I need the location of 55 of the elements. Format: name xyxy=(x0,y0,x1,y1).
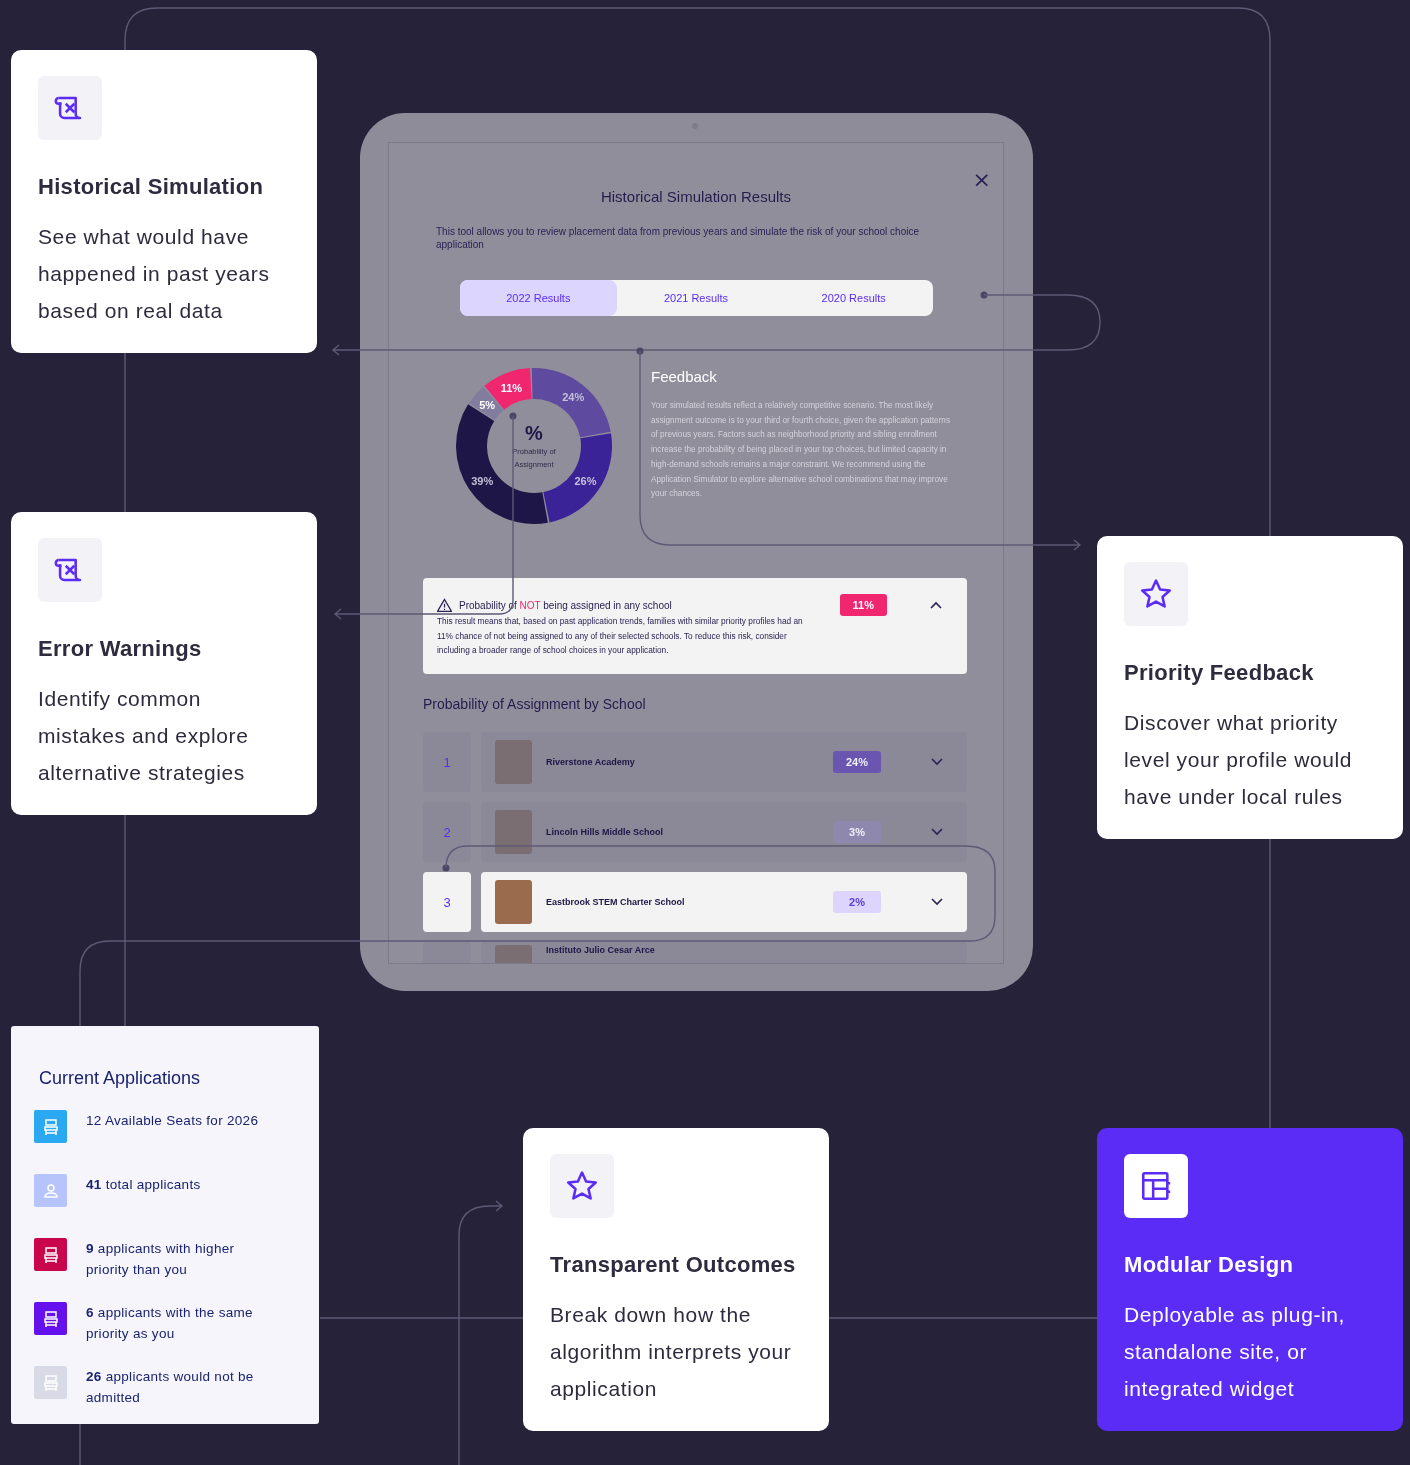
data-label: 26% xyxy=(574,475,597,488)
feature-title: Historical Simulation xyxy=(38,174,265,200)
close-button[interactable]: × xyxy=(972,169,991,191)
school-row[interactable]: Lincoln Hills Middle School 3% xyxy=(481,802,967,862)
chevron-icon[interactable] xyxy=(930,601,942,609)
data-label: 39% xyxy=(471,474,494,487)
rank-number: 3 xyxy=(423,872,471,932)
feature-description: Deployable as plug-in, standalone site, or integrated widget xyxy=(1124,1302,1346,1402)
feature-title: Modular Design xyxy=(1124,1252,1295,1278)
stat-text: 41 total applicants xyxy=(86,1176,202,1194)
school-name: Lincoln Hills Middle School xyxy=(546,827,664,837)
school-name: Riverstone Academy xyxy=(546,757,636,767)
percent-badge: 11% xyxy=(839,594,887,616)
photo-placeholder xyxy=(495,810,532,854)
data-label: 5% xyxy=(479,398,496,411)
stat-text: 26 applicants would not be admitted xyxy=(86,1368,255,1407)
photo-placeholder xyxy=(495,945,532,963)
percent-symbol: % xyxy=(525,421,543,445)
feature-title: Error Warnings xyxy=(38,636,203,662)
card-title: Current Applications xyxy=(39,1068,202,1089)
school-row[interactable]: Instituto Julio Cesar Arce xyxy=(481,942,967,963)
feedback-title: Feedback xyxy=(651,368,718,385)
alert-text: This result means that, based on past application trends, families with similar priority profiles had an 11% chance of not being assigned to any of their selected schools. To reduce this risk, consider including a broader range of school choices in your application. xyxy=(437,615,804,657)
dialog-description: This tool allows you to review placement data from previous years and simulate the risk of your school choice application xyxy=(436,225,920,251)
photo-placeholder xyxy=(495,740,532,784)
percent-badge: 3% xyxy=(833,821,881,843)
percent-badge: 2% xyxy=(833,891,881,913)
school-name: Eastbrook STEM Charter School xyxy=(546,897,686,907)
rank-number: 1 xyxy=(423,732,471,792)
photo-placeholder xyxy=(495,880,532,924)
star-icon xyxy=(565,1169,599,1203)
percent-badge: 24% xyxy=(833,751,881,773)
year-tab[interactable]: 2020 Results xyxy=(774,280,933,316)
warning-icon xyxy=(437,598,452,612)
chevron-icon[interactable] xyxy=(931,898,943,906)
feature-description: Discover what priority level your profile would have under local rules xyxy=(1124,710,1353,810)
school-row[interactable]: Riverstone Academy 24% xyxy=(481,732,967,792)
stat-text: 12 Available Seats for 2026 xyxy=(86,1112,260,1130)
year-tab[interactable]: 2022 Results xyxy=(459,280,618,316)
star-icon xyxy=(1139,577,1173,611)
dialog-title: Historical Simulation Results xyxy=(599,188,793,205)
data-label: 24% xyxy=(562,391,585,404)
layout-icon xyxy=(1139,1169,1173,1203)
school-name: Instituto Julio Cesar Arce xyxy=(546,945,656,955)
rank-number: 2 xyxy=(423,802,471,862)
stat-text: 9 applicants with higher priority than you xyxy=(86,1240,236,1279)
stat-text: 6 applicants with the same priority as you xyxy=(86,1304,254,1343)
feature-description: Identify common mistakes and explore alternative strategies xyxy=(38,686,250,786)
feature-title: Priority Feedback xyxy=(1124,660,1315,686)
year-tab[interactable]: 2021 Results xyxy=(617,280,775,316)
school-row[interactable]: Eastbrook STEM Charter School 2% xyxy=(481,872,967,932)
section-title: Probability of Assignment by School xyxy=(423,696,647,712)
feature-description: Break down how the algorithm interprets your application xyxy=(550,1302,793,1402)
feature-description: See what would have happened in past years based on real data xyxy=(38,224,271,324)
feature-title: Transparent Outcomes xyxy=(550,1252,797,1278)
